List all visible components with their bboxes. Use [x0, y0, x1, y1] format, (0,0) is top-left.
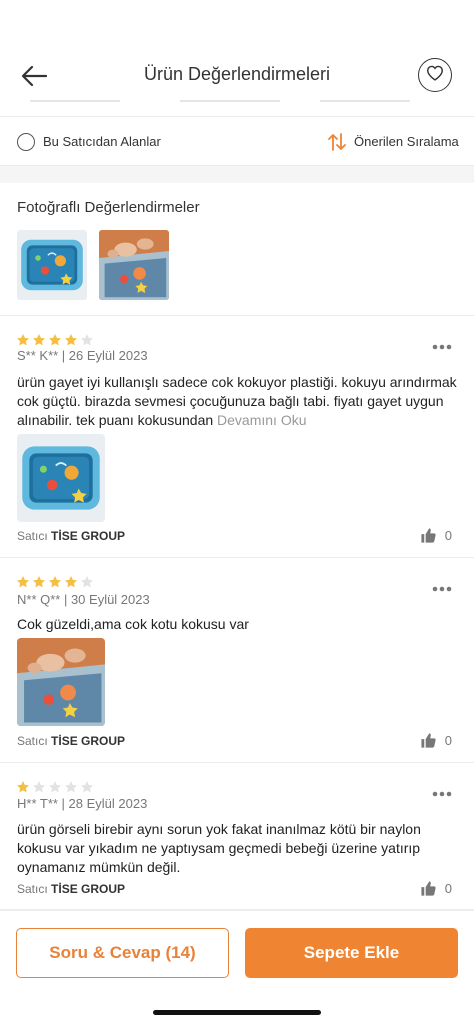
like-button[interactable]: 0 — [420, 880, 452, 897]
star-filled-icon — [32, 575, 46, 589]
like-count: 0 — [444, 733, 452, 748]
divider — [180, 100, 280, 102]
review-photo[interactable] — [17, 638, 105, 726]
page-title: Ürün Değerlendirmeleri — [143, 64, 331, 84]
star-filled-icon — [64, 575, 78, 589]
favorite-button[interactable] — [418, 58, 452, 92]
read-more-link[interactable]: Devamını Oku — [217, 412, 306, 428]
review-seller: Satıcı TİSE GROUP — [17, 882, 125, 896]
seller-filter-radio[interactable] — [17, 133, 35, 151]
review-card: H** T** | 28 Eylül 2023 ürün görseli bir… — [0, 763, 474, 910]
star-filled-icon — [48, 333, 62, 347]
sort-arrows-icon[interactable] — [328, 132, 346, 152]
add-to-cart-button[interactable]: Sepete Ekle — [245, 928, 458, 978]
seller-prefix: Satıcı — [17, 529, 48, 543]
seller-name[interactable]: TİSE GROUP — [51, 529, 125, 543]
seller-name[interactable]: TİSE GROUP — [51, 734, 125, 748]
bottom-action-bar: Soru & Cevap (14) Sepete Ekle — [0, 910, 474, 1024]
review-card: S** K** | 26 Eylül 2023 ürün gayet iyi k… — [0, 316, 474, 558]
photo-review-thumbnail[interactable] — [17, 230, 87, 300]
star-filled-icon — [48, 575, 62, 589]
photo-review-thumbnail[interactable] — [99, 230, 169, 300]
review-text: ürün görseli birebir aynı sorun yok faka… — [17, 821, 421, 875]
review-photo[interactable] — [17, 434, 105, 522]
star-empty-icon — [80, 575, 94, 589]
star-filled-icon — [64, 333, 78, 347]
qa-button[interactable]: Soru & Cevap (14) — [16, 928, 229, 978]
app-header: Ürün Değerlendirmeleri — [0, 0, 474, 106]
seller-prefix: Satıcı — [17, 734, 48, 748]
review-seller: Satıcı TİSE GROUP — [17, 734, 125, 748]
star-filled-icon — [16, 333, 30, 347]
star-empty-icon — [80, 333, 94, 347]
rating-stars — [16, 780, 94, 794]
thumbs-up-icon — [420, 880, 437, 897]
rating-stars — [16, 575, 94, 589]
photo-reviews-section: Fotoğraflı Değerlendirmeler — [0, 183, 474, 316]
more-options-icon[interactable] — [432, 784, 452, 790]
seller-name[interactable]: TİSE GROUP — [51, 882, 125, 896]
review-seller: Satıcı TİSE GROUP — [17, 529, 125, 543]
review-text: Cok güzeldi,ama cok kotu kokusu var — [17, 616, 249, 632]
star-empty-icon — [32, 780, 46, 794]
rating-stars — [16, 333, 94, 347]
thumbs-up-icon — [420, 527, 437, 544]
more-options-icon[interactable] — [432, 337, 452, 343]
like-button[interactable]: 0 — [420, 732, 452, 749]
seller-prefix: Satıcı — [17, 882, 48, 896]
review-card: N** Q** | 30 Eylül 2023 Cok güzeldi,ama … — [0, 558, 474, 763]
more-options-icon[interactable] — [432, 579, 452, 585]
section-gap — [0, 166, 474, 183]
review-author-date: S** K** | 26 Eylül 2023 — [17, 348, 148, 363]
star-filled-icon — [32, 333, 46, 347]
review-author-date: H** T** | 28 Eylül 2023 — [17, 796, 148, 811]
like-count: 0 — [444, 881, 452, 896]
star-filled-icon — [16, 575, 30, 589]
star-filled-icon — [16, 780, 30, 794]
like-count: 0 — [444, 528, 452, 543]
sort-button[interactable]: Önerilen Sıralama — [354, 134, 459, 149]
heart-icon — [426, 65, 444, 86]
thumbs-up-icon — [420, 732, 437, 749]
filter-bar: Bu Satıcıdan Alanlar Önerilen Sıralama — [0, 116, 474, 166]
star-empty-icon — [48, 780, 62, 794]
like-button[interactable]: 0 — [420, 527, 452, 544]
star-empty-icon — [80, 780, 94, 794]
star-empty-icon — [64, 780, 78, 794]
divider — [320, 100, 410, 102]
seller-filter-label[interactable]: Bu Satıcıdan Alanlar — [43, 134, 161, 149]
divider — [30, 100, 120, 102]
photo-reviews-title: Fotoğraflı Değerlendirmeler — [17, 199, 200, 216]
review-text: ürün gayet iyi kullanışlı sadece cok kok… — [17, 373, 457, 430]
review-author-date: N** Q** | 30 Eylül 2023 — [17, 592, 150, 607]
home-indicator — [153, 1010, 321, 1015]
